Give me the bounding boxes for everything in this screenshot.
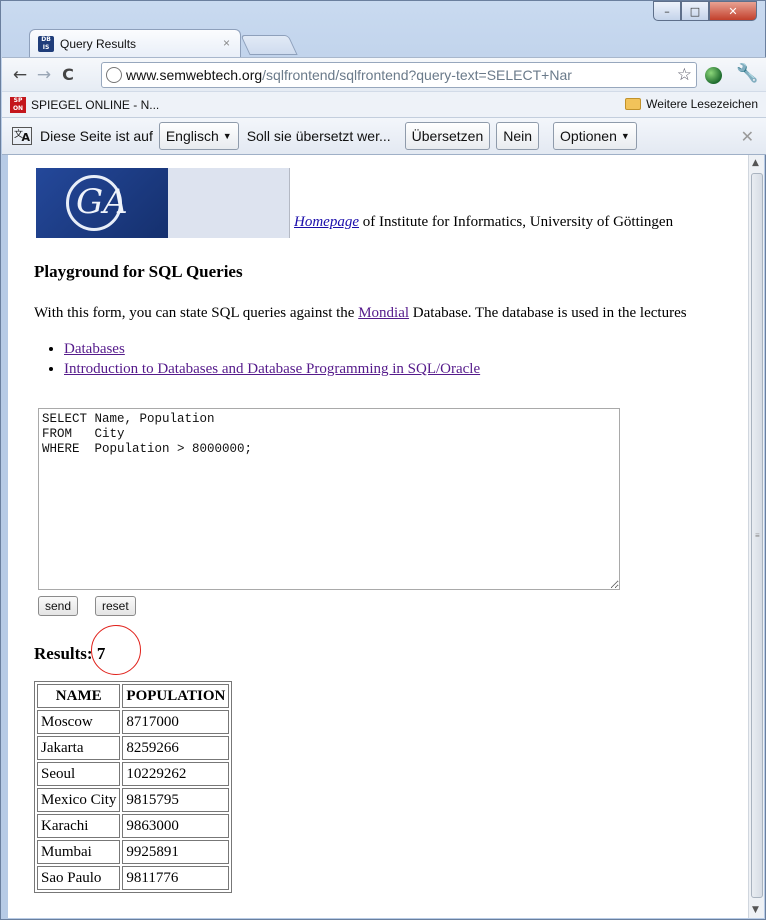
- table-row: Seoul 10229262: [37, 762, 230, 786]
- back-arrow-icon[interactable]: ←: [8, 65, 32, 85]
- dbis-favicon-icon: DB IS: [38, 35, 54, 52]
- homepage-suffix: of Institute for Informatics, University…: [358, 214, 674, 230]
- cell-name: Moscow: [37, 710, 121, 734]
- scroll-down-arrow-icon[interactable]: ▼: [752, 905, 759, 915]
- cell-name: Mexico City: [37, 788, 121, 812]
- intro-prefix: With this form, you can state SQL querie…: [34, 305, 359, 321]
- reset-button[interactable]: reset: [95, 596, 136, 616]
- cell-population: 8717000: [122, 710, 230, 734]
- language-select[interactable]: Englisch ▼: [158, 122, 239, 150]
- lecture-links: Databases Introduction to Databases and …: [34, 341, 480, 381]
- send-button[interactable]: send: [38, 596, 79, 616]
- table-header-row: NAME POPULATION: [37, 684, 230, 708]
- page-content: GA Homepage of Institute for Informatics…: [8, 155, 748, 918]
- cell-population: 9811776: [122, 866, 230, 890]
- results-label: Results: [34, 644, 87, 663]
- cell-name: Sao Paulo: [37, 866, 121, 890]
- bookmark-spiegel-label: SPIEGEL ONLINE - N...: [31, 98, 160, 112]
- scroll-up-arrow-icon[interactable]: ▲: [752, 158, 759, 168]
- table-row: Jakarta 8259266: [37, 736, 230, 760]
- tab-title: Query Results: [60, 36, 137, 51]
- table-row: Mumbai 9925891: [37, 840, 230, 864]
- list-item: Introduction to Databases and Database P…: [64, 361, 480, 378]
- address-bar[interactable]: www.semwebtech.org/sqlfrontend/sqlfronte…: [101, 62, 697, 88]
- translate-text-prefix: Diese Seite ist auf: [40, 128, 153, 144]
- cell-name: Jakarta: [37, 736, 121, 760]
- table-row: Sao Paulo 9811776: [37, 866, 230, 890]
- cell-name: Karachi: [37, 814, 121, 838]
- tab-query-results[interactable]: DB IS Query Results ×: [29, 29, 241, 57]
- translate-button[interactable]: Übersetzen: [404, 122, 491, 150]
- folder-icon: [625, 98, 642, 110]
- chevron-down-icon: ▼: [222, 131, 232, 141]
- maximize-button[interactable]: □: [681, 1, 709, 21]
- page-info-icon[interactable]: [106, 67, 122, 83]
- language-select-value: Englisch: [165, 128, 219, 144]
- cell-population: 10229262: [122, 762, 230, 786]
- university-logo: GA: [36, 168, 168, 238]
- extension-globe-icon[interactable]: [705, 67, 722, 84]
- cell-population: 9863000: [122, 814, 230, 838]
- homepage-line: Homepage of Institute for Informatics, U…: [294, 214, 673, 231]
- url-path: /sqlfrontend/sqlfrontend?query-text=SELE…: [262, 67, 572, 83]
- databases-link[interactable]: Databases: [64, 341, 125, 357]
- annotation-circle: [91, 625, 141, 675]
- intro-databases-link[interactable]: Introduction to Databases and Database P…: [64, 361, 480, 377]
- column-header-population: POPULATION: [122, 684, 230, 708]
- page-title: Playground for SQL Queries: [34, 262, 243, 281]
- bookmark-star-icon[interactable]: ☆: [677, 65, 692, 85]
- minimize-button[interactable]: –: [653, 1, 681, 21]
- scroll-thumb[interactable]: ≡: [751, 173, 763, 898]
- table-row: Karachi 9863000: [37, 814, 230, 838]
- intro-paragraph: With this form, you can state SQL querie…: [34, 305, 687, 322]
- no-button[interactable]: Nein: [496, 122, 540, 150]
- table-row: Moscow 8717000: [37, 710, 230, 734]
- new-tab-button[interactable]: [240, 35, 298, 55]
- column-header-name: NAME: [37, 684, 121, 708]
- wrench-menu-icon[interactable]: 🔧: [736, 63, 758, 84]
- translate-infobar: 文A Diese Seite ist auf Englisch ▼ Soll si…: [2, 117, 766, 155]
- navigation-toolbar: ← → C www.semwebtech.org/sqlfrontend/sql…: [2, 57, 766, 91]
- reload-icon[interactable]: C: [56, 65, 80, 84]
- spiegel-favicon-icon: SP ON: [10, 97, 26, 113]
- chevron-down-icon: ▼: [620, 131, 630, 141]
- options-button[interactable]: Optionen ▼: [553, 122, 637, 150]
- banner-padding: [168, 168, 290, 238]
- cell-population: 9925891: [122, 840, 230, 864]
- options-button-label: Optionen: [560, 128, 617, 144]
- cell-name: Seoul: [37, 762, 121, 786]
- other-bookmarks-label: Weitere Lesezeichen: [646, 97, 758, 111]
- homepage-link[interactable]: Homepage: [294, 214, 359, 230]
- cell-population: 8259266: [122, 736, 230, 760]
- forward-arrow-icon[interactable]: →: [32, 65, 56, 85]
- logo-monogram: GA: [76, 182, 128, 222]
- results-table: NAME POPULATION Moscow 8717000 Jakarta 825…: [34, 681, 233, 893]
- translate-icon: 文A: [12, 127, 32, 145]
- institute-banner: GA: [36, 168, 290, 238]
- window-controls: – □ ✕: [653, 1, 757, 23]
- bookmarks-bar: SP ON SPIEGEL ONLINE - N... Weitere Lese…: [2, 91, 766, 117]
- url-host: www.semwebtech.org: [126, 67, 263, 83]
- vertical-scrollbar[interactable]: ▲ ≡ ▼: [748, 155, 764, 918]
- other-bookmarks[interactable]: Weitere Lesezeichen: [625, 97, 758, 111]
- bookmark-spiegel[interactable]: SP ON SPIEGEL ONLINE - N...: [10, 97, 159, 113]
- intro-suffix: Database. The database is used in the le…: [409, 305, 687, 321]
- cell-name: Mumbai: [37, 840, 121, 864]
- translate-text-suffix: Soll sie übersetzt wer...: [246, 128, 391, 144]
- query-textarea[interactable]: [38, 408, 620, 590]
- table-row: Mexico City 9815795: [37, 788, 230, 812]
- cell-population: 9815795: [122, 788, 230, 812]
- grip-icon: ≡: [755, 531, 760, 540]
- mondial-link[interactable]: Mondial: [358, 305, 409, 321]
- tab-close-icon[interactable]: ×: [223, 36, 230, 50]
- close-window-button[interactable]: ✕: [709, 1, 757, 21]
- close-infobar-icon[interactable]: ✕: [741, 127, 754, 146]
- list-item: Databases: [64, 341, 480, 358]
